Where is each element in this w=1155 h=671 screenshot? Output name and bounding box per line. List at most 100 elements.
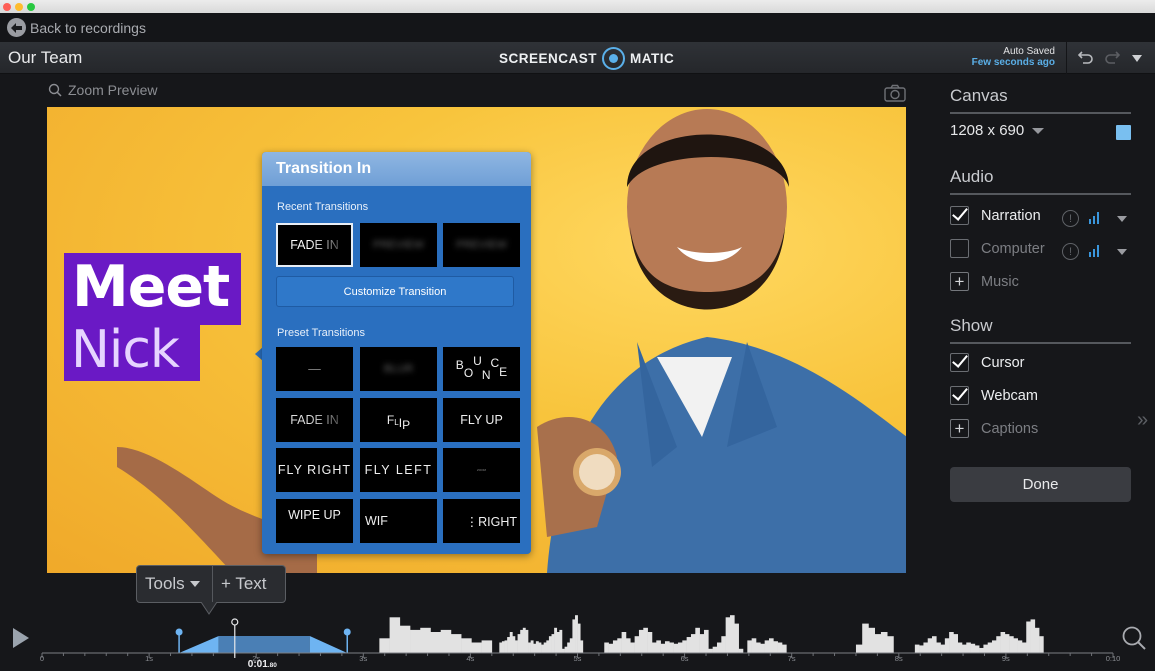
timeline-zoom-search-icon[interactable] <box>1121 625 1147 656</box>
done-button[interactable]: Done <box>950 467 1131 502</box>
minimize-window-button[interactable] <box>15 3 23 11</box>
preset-transition-blur[interactable]: BLUR <box>360 347 437 391</box>
tile-label: FADE IN <box>290 413 339 427</box>
cursor-checkbox[interactable] <box>950 353 969 372</box>
transition-ramp-out[interactable] <box>309 636 348 653</box>
zoom-preview-label: Zoom Preview <box>68 82 158 98</box>
waveform-bar <box>927 638 933 653</box>
customize-transition-button[interactable]: Customize Transition <box>276 276 514 307</box>
zoom-preview-button[interactable]: Zoom Preview <box>48 82 157 98</box>
waveform-bar <box>677 642 683 653</box>
waveform-bar <box>996 636 1001 653</box>
waveform-bar <box>874 634 882 653</box>
playhead-handle[interactable] <box>231 618 239 626</box>
waveform-bar <box>664 641 670 653</box>
waveform-bar <box>940 644 946 653</box>
preset-transition-zoom[interactable]: ZOOM <box>443 448 520 492</box>
waveform-bar <box>501 641 505 653</box>
preset-transition-fade-in[interactable]: FADE IN <box>276 398 353 442</box>
waveform-bar <box>481 640 493 653</box>
snapshot-camera-icon[interactable] <box>884 84 906 107</box>
preset-transition-none[interactable]: — <box>276 347 353 391</box>
header-menu-caret-icon[interactable] <box>1132 55 1142 62</box>
waveform-bar <box>944 638 950 653</box>
waveform-bar <box>551 634 555 653</box>
canvas-color-swatch[interactable] <box>1116 125 1131 140</box>
waveform-bar <box>554 627 558 653</box>
narration-level-icon[interactable] <box>1089 212 1099 224</box>
back-label: Back to recordings <box>30 19 146 36</box>
waveform-bar <box>656 640 661 653</box>
waveform-bar <box>533 643 537 653</box>
transition-end-handle[interactable] <box>343 628 351 636</box>
waveform-bar <box>504 640 508 653</box>
waveform-bar <box>556 632 560 653</box>
computer-dropdown-caret-icon[interactable] <box>1117 249 1127 255</box>
waveform-bar <box>725 617 731 653</box>
tools-dropdown-button[interactable]: Tools <box>137 566 213 602</box>
waveform-bar <box>957 642 963 653</box>
webcam-label: Webcam <box>981 387 1038 404</box>
waveform-bar <box>961 644 967 653</box>
webcam-checkbox[interactable] <box>950 386 969 405</box>
transition-start-handle[interactable] <box>175 628 183 636</box>
recent-transition-3[interactable]: PREVIEW <box>443 223 520 267</box>
waveform-bar <box>528 642 531 653</box>
project-title[interactable]: Our Team <box>8 48 82 68</box>
waveform-bar <box>471 642 482 653</box>
preset-transition-wipe-up[interactable]: WIPE UP <box>276 499 353 543</box>
waveform-bar <box>546 640 550 653</box>
transition-in-panel: Transition In Recent Transitions FADE IN… <box>262 152 531 554</box>
waveform-bar <box>862 623 869 653</box>
narration-info-icon[interactable]: ! <box>1062 210 1079 227</box>
timeline-tick-label: 0 <box>40 654 44 663</box>
add-music-button[interactable]: + Music <box>950 272 1019 291</box>
timeline[interactable]: 0 1s 2s 3s 4s 5s 6s 7s 8s 9s 0:100:01.80 <box>0 600 1120 671</box>
narration-checkbox[interactable] <box>950 206 969 225</box>
close-window-button[interactable] <box>3 3 11 11</box>
preset-transition-fly-up[interactable]: FLY UP <box>443 398 520 442</box>
magnifier-icon <box>48 83 62 97</box>
waveform-bar <box>440 629 452 653</box>
narration-dropdown-caret-icon[interactable] <box>1117 216 1127 222</box>
preset-transition-flip[interactable]: FLIP <box>360 398 437 442</box>
waveform-bar <box>979 647 984 653</box>
redo-icon[interactable] <box>1104 49 1121 70</box>
recent-transition-fade-in[interactable]: FADE IN <box>276 223 353 267</box>
waveform-bar <box>630 642 635 653</box>
tile-label: PREVIEW <box>456 239 507 251</box>
canvas-resolution: 1208 x 690 <box>950 122 1025 139</box>
waveform-bar <box>651 642 657 653</box>
add-captions-button[interactable]: + Captions <box>950 419 1038 438</box>
waveform-bar <box>1000 632 1006 653</box>
computer-audio-checkbox[interactable] <box>950 239 969 258</box>
preset-transition-wipe-right[interactable]: ⋮RIGHT <box>443 499 520 543</box>
transition-ramp-in[interactable] <box>179 636 219 653</box>
preset-transition-fly-right[interactable]: FLY RIGHT <box>276 448 353 492</box>
waveform-bar <box>987 642 993 653</box>
waveform-bar <box>569 638 573 653</box>
waveform-bar <box>721 636 726 653</box>
tools-label: Tools <box>145 574 185 593</box>
recent-transition-2[interactable]: PREVIEW <box>360 223 437 267</box>
waveform-bar <box>520 629 524 653</box>
autosave-time: Few seconds ago <box>971 57 1055 68</box>
computer-info-icon[interactable]: ! <box>1062 243 1079 260</box>
transition-hold-region[interactable] <box>218 636 310 653</box>
waveform-bar <box>389 617 401 653</box>
overlay-title-nick: Nick <box>71 320 180 380</box>
waveform-bar <box>567 642 571 653</box>
preset-transition-fly-left[interactable]: FLY LEFT <box>360 448 437 492</box>
preset-transition-bounce[interactable]: BOUNCE <box>443 347 520 391</box>
waveform-bar <box>716 642 722 653</box>
maximize-window-button[interactable] <box>27 3 35 11</box>
undo-icon[interactable] <box>1077 49 1094 70</box>
computer-level-icon[interactable] <box>1089 245 1099 257</box>
canvas-resolution-dropdown[interactable]: 1208 x 690 <box>950 122 1045 139</box>
back-to-recordings-link[interactable]: Back to recordings <box>0 13 1155 42</box>
preset-transition-wipe[interactable]: WIF <box>360 499 437 543</box>
timeline-tick-label: 1s <box>145 654 153 663</box>
waveform-bar <box>625 638 631 653</box>
expand-sidebar-chevrons-icon[interactable]: » <box>1137 409 1148 432</box>
add-text-button[interactable]: + Text <box>213 574 267 594</box>
